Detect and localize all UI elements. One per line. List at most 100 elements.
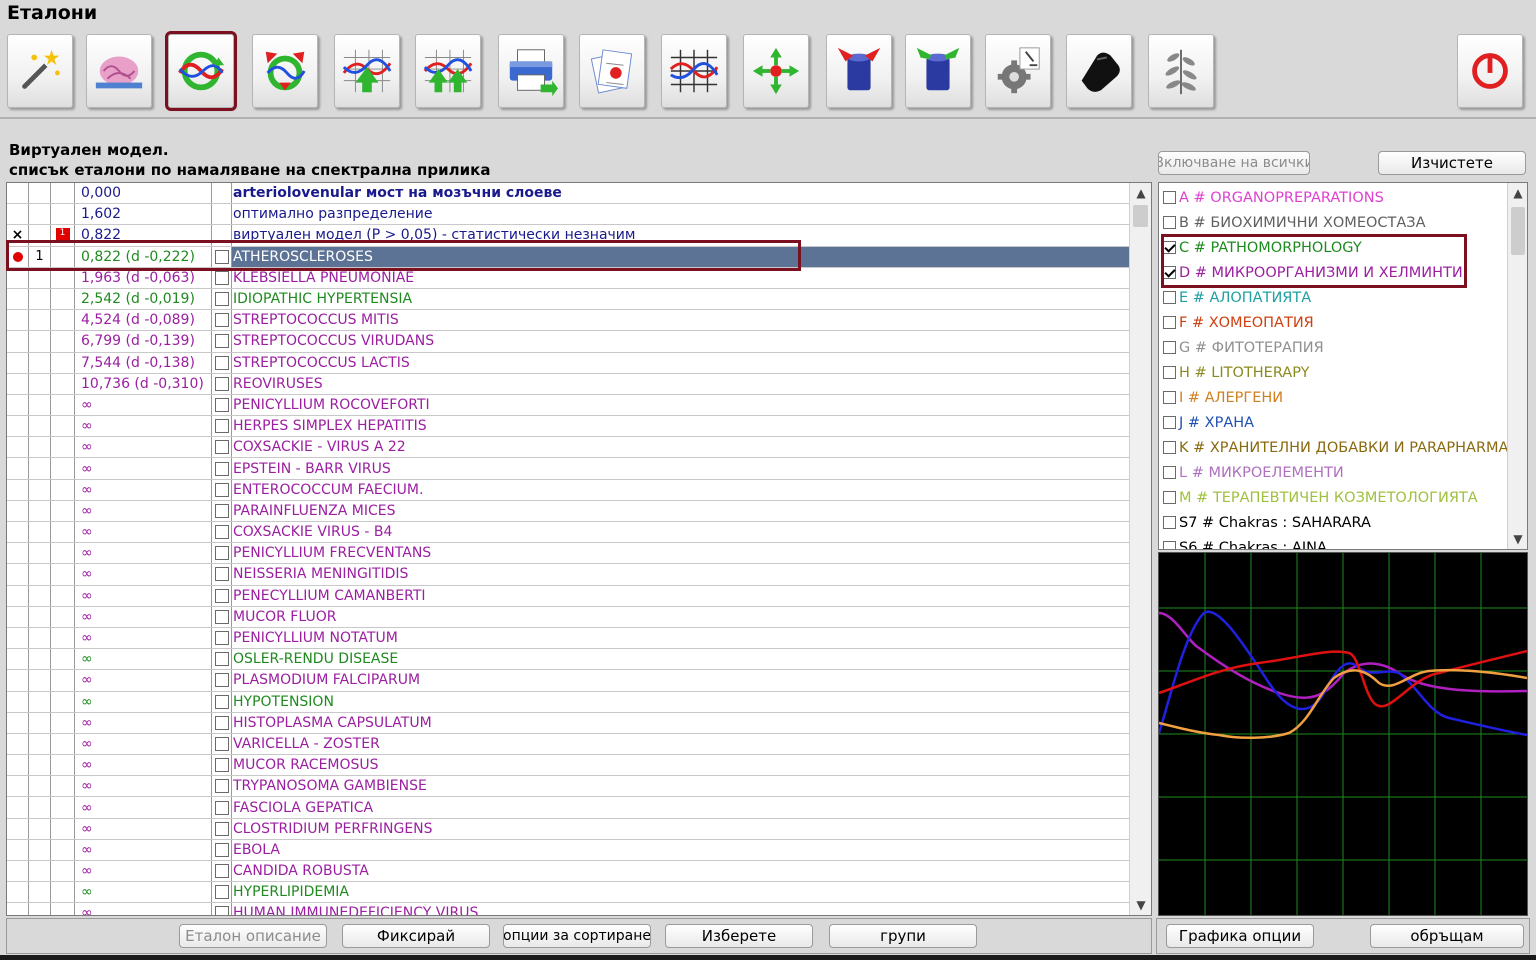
table-row[interactable]: ∞ CANDIDA ROBUSTA <box>7 861 1129 883</box>
row-checkbox[interactable] <box>214 376 229 391</box>
row-checkbox[interactable] <box>214 292 229 307</box>
row-checkbox[interactable] <box>214 567 229 582</box>
table-row[interactable]: ∞ MUCOR RACEMOSUS <box>7 755 1129 777</box>
row-checkbox[interactable] <box>214 440 229 455</box>
toolbar-button-chart-double-up[interactable] <box>415 34 481 108</box>
table-row[interactable]: ∞ PENICYLLIUM FRECVENTANS <box>7 543 1129 565</box>
table-row[interactable]: ∞ HUMAN IMMUNEDEFICIENCY VIRUS <box>7 903 1129 915</box>
row-checkbox[interactable] <box>214 419 229 434</box>
table-row[interactable]: ∞ PENICYLLIUM NOTATUM <box>7 627 1129 650</box>
table-row[interactable]: 6,799 (d -0,139) STREPTOCOCCUS VIRUDANS <box>7 331 1129 353</box>
toolbar-button-notes[interactable] <box>579 34 645 108</box>
category-checkbox[interactable] <box>1163 541 1176 549</box>
table-row[interactable]: ∞ HERPES SIMPLEX HEPATITIS <box>7 416 1129 438</box>
row-checkbox[interactable] <box>214 864 229 879</box>
row-checkbox[interactable] <box>214 334 229 349</box>
row-checkbox[interactable] <box>214 885 229 900</box>
row-checkbox[interactable] <box>214 397 229 412</box>
sort-options-button[interactable]: опции за сортиране <box>503 924 651 948</box>
table-row[interactable]: ∞ VARICELLA - ZOSTER <box>7 733 1129 756</box>
table-row[interactable]: ∞ PENICYLLIUM ROCOVEFORTI <box>7 394 1129 417</box>
toolbar-button-move-arrows[interactable] <box>743 34 809 108</box>
toolbar-button-magic-wand[interactable] <box>7 34 73 108</box>
table-row[interactable]: ∞ HISTOPLASMA CAPSULATUM <box>7 712 1129 734</box>
scroll-down-icon[interactable]: ▼ <box>1508 529 1527 549</box>
toolbar-button-jar-in[interactable] <box>826 34 892 108</box>
table-row[interactable]: 0,000 arteriolovenular мост на мозъчни сл… <box>7 183 1129 205</box>
category-checkbox[interactable] <box>1163 441 1176 454</box>
row-checkbox[interactable] <box>214 673 229 688</box>
scroll-thumb[interactable] <box>1133 205 1148 227</box>
table-row[interactable]: ∞ MUCOR FLUOR <box>7 606 1129 628</box>
toolbar-button-printer[interactable] <box>498 34 564 108</box>
table-row[interactable]: 10,736 (d -0,310) REOVIRUSES <box>7 373 1129 395</box>
toolbar-button-jar-out[interactable] <box>905 34 971 108</box>
toolbar-button-black-stone[interactable] <box>1066 34 1132 108</box>
row-checkbox[interactable] <box>214 588 229 603</box>
table-row[interactable]: ∞ CLOSTRIDIUM PERFRINGENS <box>7 818 1129 840</box>
back-button[interactable]: обръщам <box>1370 924 1524 948</box>
clear-button[interactable]: Изчистете <box>1378 151 1526 175</box>
toolbar-button-spectrum-cycle[interactable] <box>165 31 237 111</box>
table-row[interactable]: 1,602 оптимално разпределение <box>7 204 1129 226</box>
row-checkbox[interactable] <box>214 715 229 730</box>
category-item[interactable]: K # ХРАНИТЕЛНИ ДОБАВКИ И PARAPHARMA <box>1163 435 1508 460</box>
graph-options-button[interactable]: Графика опции <box>1166 924 1314 948</box>
scroll-thumb[interactable] <box>1511 207 1525 255</box>
category-item[interactable]: M # ТЕРАПЕВТИЧЕН КОЗМЕТОЛОГИЯТА <box>1163 485 1478 510</box>
row-checkbox[interactable] <box>214 631 229 646</box>
row-checkbox[interactable] <box>214 482 229 497</box>
category-scrollbar[interactable]: ▲ ▼ <box>1507 183 1527 549</box>
category-item[interactable]: F # ХОМЕОПАТИЯ <box>1163 310 1314 335</box>
toolbar-button-chart-up[interactable] <box>334 34 400 108</box>
toolbar-button-gear-microscope[interactable] <box>985 34 1051 108</box>
category-checkbox[interactable] <box>1163 341 1176 354</box>
row-checkbox[interactable] <box>214 652 229 667</box>
table-row[interactable]: 4,524 (d -0,089) STREPTOCOCCUS MITIS <box>7 310 1129 332</box>
category-checkbox[interactable] <box>1163 416 1176 429</box>
etalon-description-button[interactable]: Еталон описание <box>179 924 327 948</box>
etalon-table[interactable]: 0,000 arteriolovenular мост на мозъчни сл… <box>6 182 1152 916</box>
table-row[interactable]: ∞ NEISSERIA MENINGITIDIS <box>7 564 1129 586</box>
category-checkbox[interactable] <box>1163 516 1176 529</box>
row-checkbox[interactable] <box>214 313 229 328</box>
row-checkbox[interactable] <box>214 503 229 518</box>
row-checkbox[interactable] <box>214 694 229 709</box>
row-checkbox[interactable] <box>214 461 229 476</box>
scroll-down-icon[interactable]: ▼ <box>1130 895 1151 915</box>
table-row[interactable]: ∞ EPSTEIN - BARR VIRUS <box>7 458 1129 480</box>
category-item[interactable]: S7 # Chakras : SAHARARA <box>1163 510 1371 535</box>
table-row[interactable]: ∞ COXSACKIE VIRUS - B4 <box>7 522 1129 544</box>
table-row[interactable]: ∞ HYPERLIPIDEMIA <box>7 882 1129 904</box>
category-checkbox[interactable] <box>1163 216 1176 229</box>
row-checkbox[interactable] <box>214 546 229 561</box>
category-item[interactable]: J # ХРАНА <box>1163 410 1254 435</box>
table-row[interactable]: ∞ OSLER-RENDU DISEASE <box>7 649 1129 671</box>
category-item[interactable]: G # ФИТОТЕРАПИЯ <box>1163 335 1324 360</box>
table-row[interactable]: ∞ PARAINFLUENZA MICES <box>7 500 1129 522</box>
category-checkbox[interactable] <box>1163 191 1176 204</box>
toolbar-button-spectrum-expand[interactable] <box>252 34 318 108</box>
table-row[interactable]: ∞ EBOLA <box>7 839 1129 861</box>
category-item[interactable]: A # ORGANOPREPARATIONS <box>1163 185 1384 210</box>
row-checkbox[interactable] <box>214 270 229 285</box>
category-checkbox[interactable] <box>1163 316 1176 329</box>
category-checkbox[interactable] <box>1163 366 1176 379</box>
scroll-up-icon[interactable]: ▲ <box>1130 183 1151 203</box>
row-checkbox[interactable] <box>214 609 229 624</box>
row-checkbox[interactable] <box>214 800 229 815</box>
category-checkbox[interactable] <box>1163 491 1176 504</box>
toolbar-button-waveform-grid[interactable] <box>661 34 727 108</box>
table-row[interactable]: ∞ PLASMODIUM FALCIPARUM <box>7 670 1129 692</box>
row-checkbox[interactable] <box>214 355 229 370</box>
category-item[interactable]: H # LITOTHERAPY <box>1163 360 1310 385</box>
table-scrollbar[interactable]: ▲ ▼ <box>1129 183 1151 915</box>
category-checkbox[interactable] <box>1163 466 1176 479</box>
table-row[interactable]: ∞ TRYPANOSOMA GAMBIENSE <box>7 776 1129 798</box>
table-row[interactable]: ∞ COXSACKIE - VIRUS A 22 <box>7 437 1129 459</box>
row-checkbox[interactable] <box>214 525 229 540</box>
row-checkbox[interactable] <box>214 906 229 915</box>
category-item[interactable]: I # АЛЕРГЕНИ <box>1163 385 1283 410</box>
table-row[interactable]: 7,544 (d -0,138) STREPTOCOCCUS LACTIS <box>7 352 1129 374</box>
toolbar-button-herb[interactable] <box>1148 34 1214 108</box>
